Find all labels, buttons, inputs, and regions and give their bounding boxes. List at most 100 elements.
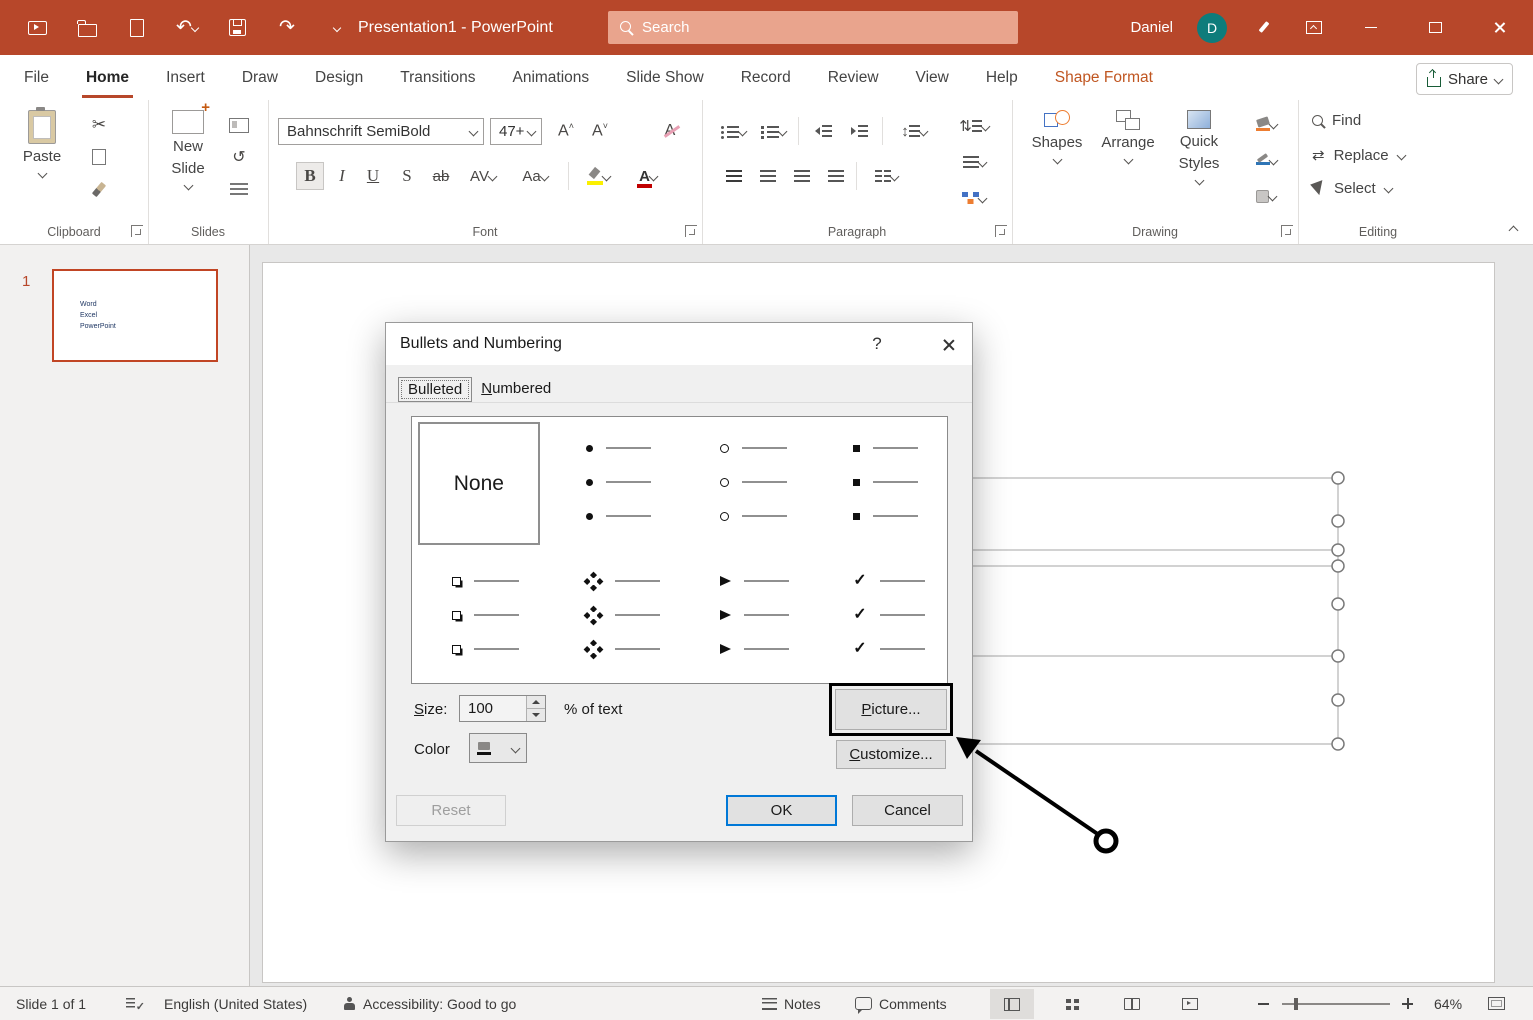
underline-button[interactable]: U (360, 162, 386, 190)
clear-formatting-button[interactable]: A (656, 117, 684, 145)
accessibility-button[interactable]: Accessibility: Good to go (342, 987, 516, 1020)
color-dropdown[interactable] (469, 733, 527, 763)
find-button[interactable]: Find (1312, 112, 1361, 129)
maximize-button[interactable] (1415, 0, 1455, 55)
font-color-button[interactable]: A (628, 162, 668, 190)
tab-animations[interactable]: Animations (510, 67, 591, 89)
tab-transitions[interactable]: Transitions (398, 67, 477, 89)
quick-styles-button[interactable]: Quick Styles (1168, 110, 1230, 220)
fit-to-window-button[interactable] (1488, 987, 1505, 1020)
change-case-button[interactable]: Aa (514, 162, 556, 190)
zoom-slider-thumb[interactable] (1294, 998, 1298, 1010)
increase-font-size-button[interactable]: A˄ (552, 117, 580, 145)
undo-button[interactable]: ↶ (174, 15, 200, 41)
align-left-button[interactable] (720, 162, 748, 190)
collapse-ribbon-icon[interactable] (1509, 226, 1519, 236)
user-name[interactable]: Daniel (1130, 19, 1173, 36)
minimize-button[interactable] (1351, 0, 1391, 55)
section-button[interactable] (226, 176, 252, 202)
drawing-dialog-launcher-icon[interactable] (1281, 225, 1293, 237)
dialog-close-button[interactable] (924, 323, 972, 365)
align-center-button[interactable] (754, 162, 782, 190)
tab-help[interactable]: Help (984, 67, 1020, 89)
bullet-style-filled-circles[interactable] (546, 417, 680, 550)
customize-qat-button[interactable] (324, 15, 350, 41)
search-box[interactable]: Search (608, 11, 1018, 44)
start-slideshow-button[interactable] (24, 15, 50, 41)
text-direction-button[interactable]: ⇅ (948, 112, 1000, 140)
strikethrough-button[interactable]: ab (426, 162, 456, 190)
bullet-style-none[interactable]: None (418, 422, 540, 545)
paste-button[interactable]: Paste (12, 110, 72, 220)
align-text-button[interactable] (948, 148, 1000, 176)
shape-effects-button[interactable] (1244, 182, 1288, 210)
replace-button[interactable]: ⇄Replace (1312, 146, 1405, 164)
tab-file[interactable]: File (22, 67, 51, 89)
slide-layout-button[interactable] (226, 112, 252, 138)
select-button[interactable]: Select (1312, 180, 1392, 197)
decrease-font-size-button[interactable]: A˅ (586, 117, 614, 145)
zoom-percentage[interactable]: 64% (1434, 987, 1462, 1020)
bullets-button[interactable] (716, 117, 750, 145)
justify-button[interactable] (822, 162, 850, 190)
user-avatar[interactable]: D (1197, 13, 1227, 43)
format-painter-button[interactable] (86, 176, 112, 202)
font-dialog-launcher-icon[interactable] (685, 225, 697, 237)
tab-shape-format[interactable]: Shape Format (1053, 67, 1155, 89)
tab-record[interactable]: Record (739, 67, 793, 89)
numbering-button[interactable] (756, 117, 790, 145)
dialog-titlebar[interactable]: Bullets and Numbering ? (386, 323, 972, 365)
share-button[interactable]: Share (1416, 63, 1513, 95)
close-button[interactable] (1479, 0, 1519, 55)
shape-fill-button[interactable] (1244, 110, 1288, 138)
notes-button[interactable]: Notes (762, 987, 821, 1020)
slide-thumbnail[interactable]: Word Excel PowerPoint (52, 269, 218, 362)
tab-insert[interactable]: Insert (164, 67, 207, 89)
size-spinner[interactable]: 100 (459, 695, 546, 722)
bullet-style-diamonds[interactable] (546, 550, 680, 683)
language-indicator[interactable]: English (United States) (164, 987, 307, 1020)
tab-draw[interactable]: Draw (240, 67, 280, 89)
font-size-combobox[interactable]: 47+ (490, 118, 542, 145)
convert-smartart-button[interactable] (948, 184, 1000, 212)
bullet-style-shadowed-squares[interactable] (412, 550, 546, 683)
ribbon-display-options-button[interactable] (1301, 15, 1327, 41)
bullet-style-hollow-circles[interactable] (680, 417, 814, 550)
italic-button[interactable]: I (330, 162, 354, 190)
tab-home[interactable]: Home (84, 67, 131, 89)
paragraph-dialog-launcher-icon[interactable] (995, 225, 1007, 237)
tab-design[interactable]: Design (313, 67, 365, 89)
size-value[interactable]: 100 (460, 696, 526, 721)
bullet-style-arrowheads[interactable] (680, 550, 814, 683)
customize-button[interactable]: Customize... (836, 740, 946, 769)
bullet-style-filled-squares[interactable] (813, 417, 947, 550)
reset-slide-button[interactable]: ↺ (226, 144, 252, 170)
shape-outline-button[interactable] (1244, 146, 1288, 174)
tab-view[interactable]: View (914, 67, 951, 89)
bullet-style-checkmarks[interactable]: ✓ ✓ ✓ (813, 550, 947, 683)
spellcheck-button[interactable] (126, 987, 141, 1020)
ok-button[interactable]: OK (726, 795, 837, 826)
slideshow-view-button[interactable] (1168, 989, 1212, 1019)
ink-pen-button[interactable] (1251, 15, 1277, 41)
dialog-help-button[interactable]: ? (857, 323, 897, 365)
line-spacing-button[interactable]: ↕ (892, 117, 936, 145)
redo-button[interactable]: ↷ (274, 15, 300, 41)
text-shadow-button[interactable]: S (394, 162, 420, 190)
cancel-button[interactable]: Cancel (852, 795, 963, 826)
new-file-button[interactable] (124, 15, 150, 41)
arrange-button[interactable]: Arrange (1096, 110, 1160, 220)
shapes-button[interactable]: Shapes (1026, 110, 1088, 220)
reading-view-button[interactable] (1110, 989, 1154, 1019)
tab-numbered[interactable]: Numbered (472, 377, 560, 402)
align-right-button[interactable] (788, 162, 816, 190)
size-increment-button[interactable] (527, 696, 545, 709)
highlight-color-button[interactable] (578, 162, 618, 190)
zoom-out-button[interactable] (1258, 987, 1269, 1020)
new-slide-button[interactable]: New Slide (160, 110, 216, 220)
normal-view-button[interactable] (990, 989, 1034, 1019)
character-spacing-button[interactable]: AV (462, 162, 504, 190)
increase-indent-button[interactable] (844, 117, 874, 145)
save-button[interactable] (224, 15, 250, 41)
tab-slideshow[interactable]: Slide Show (624, 67, 706, 89)
